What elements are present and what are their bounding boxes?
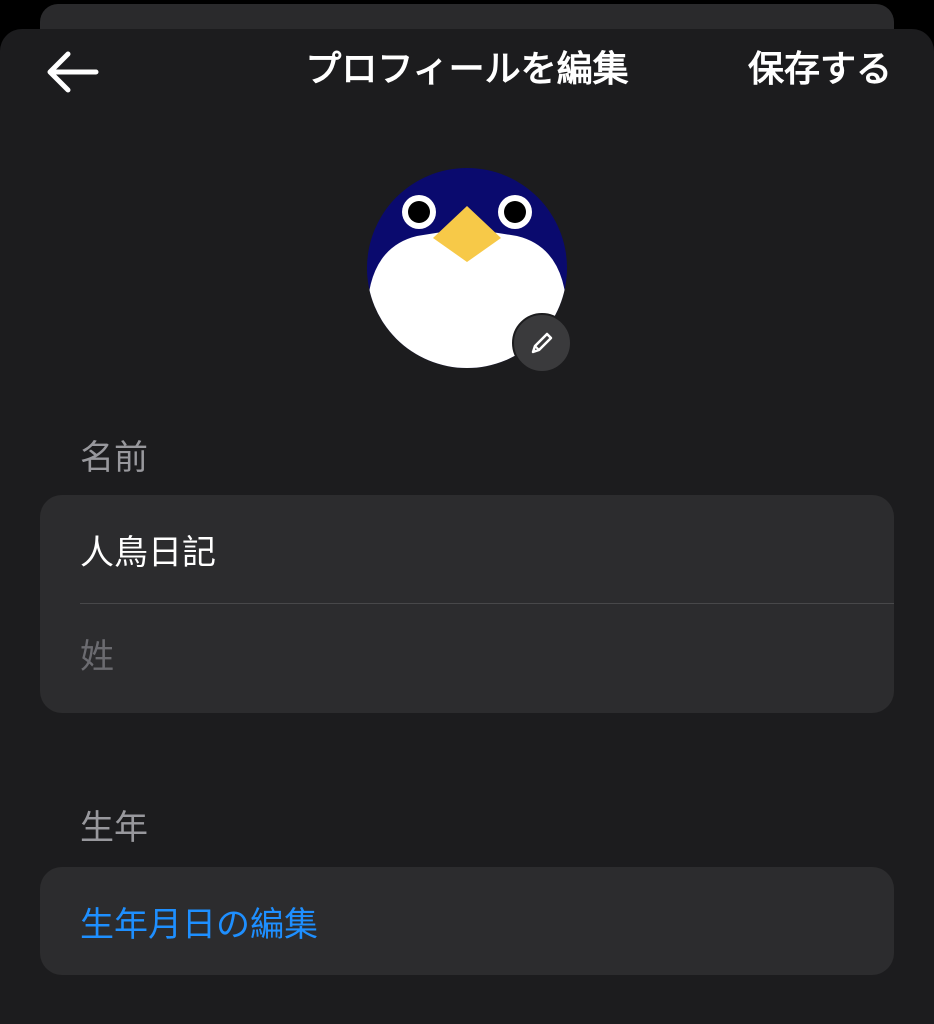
last-name-row [40,603,894,711]
last-name-field[interactable] [80,637,840,677]
screen: プロフィールを編集 保存する 名前 生年 生年月日 [0,0,934,1024]
edit-birthday-link[interactable]: 生年月日の編集 [40,867,894,975]
first-name-row [40,495,894,603]
edit-avatar-button[interactable] [512,313,572,373]
name-section-label: 名前 [80,438,148,478]
save-button[interactable]: 保存する [748,48,892,92]
pencil-icon [531,332,553,354]
birthday-section-label: 生年 [80,808,148,848]
birthday-card: 生年月日の編集 [40,867,894,975]
navigation-bar: プロフィールを編集 保存する [0,0,934,140]
avatar-container[interactable] [367,168,572,373]
first-name-field[interactable] [80,529,840,569]
name-card [40,495,894,713]
